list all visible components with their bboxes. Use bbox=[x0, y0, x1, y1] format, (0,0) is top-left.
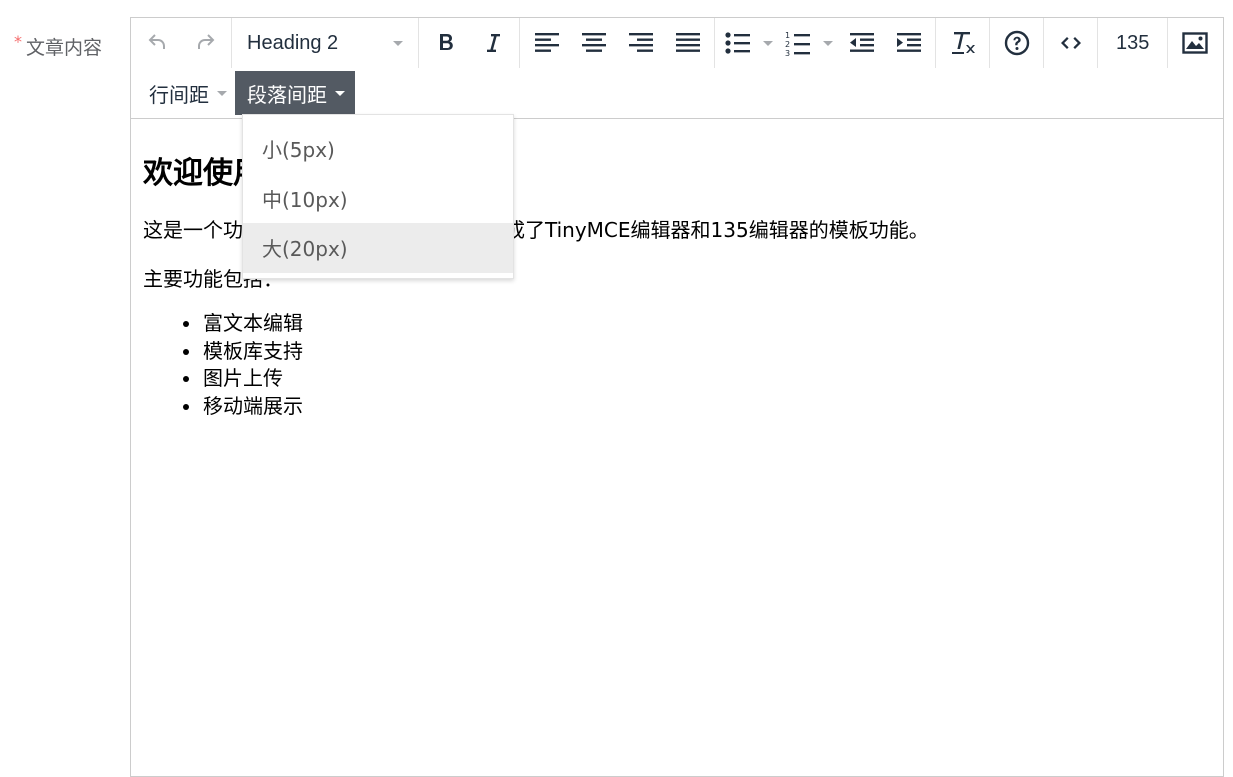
paragraph-spacing-dropdown: 小(5px) 中(10px) 大(20px) bbox=[242, 114, 514, 279]
help-icon bbox=[1004, 30, 1029, 56]
style-group bbox=[419, 18, 520, 68]
required-mark: * bbox=[14, 32, 22, 51]
template-135-button[interactable]: 135 bbox=[1101, 23, 1164, 63]
numbered-list-split: 123 bbox=[778, 23, 838, 63]
help-button[interactable] bbox=[993, 23, 1040, 63]
spacing-option-small[interactable]: 小(5px) bbox=[243, 124, 513, 174]
chevron-down-icon bbox=[823, 40, 833, 46]
editor-toolbar: Heading 2 1 2 3 135 行间距 段落间距 bbox=[131, 18, 1223, 119]
align-group bbox=[520, 18, 715, 68]
italic-button[interactable] bbox=[469, 23, 516, 63]
code-icon bbox=[1060, 37, 1081, 49]
bullet-list-button[interactable] bbox=[718, 23, 758, 63]
paragraph-spacing-label: 段落间距 bbox=[247, 82, 327, 107]
align-center-button[interactable] bbox=[570, 23, 617, 63]
intro-end: 成了TinyMCE编辑器和135编辑器的模板功能。 bbox=[505, 218, 929, 242]
block-format-select[interactable]: Heading 2 bbox=[235, 23, 415, 63]
spacing-option-large[interactable]: 大(20px) bbox=[243, 223, 513, 273]
redo-icon bbox=[197, 34, 214, 49]
svg-text:2: 2 bbox=[785, 40, 790, 49]
form-label: * 文章内容 bbox=[14, 32, 103, 60]
list-item: 移动端展示 bbox=[183, 393, 303, 421]
line-height-menu[interactable]: 行间距 bbox=[135, 71, 235, 115]
align-center-icon bbox=[581, 33, 606, 52]
svg-text:3: 3 bbox=[785, 49, 790, 56]
align-justify-icon bbox=[675, 33, 700, 52]
align-left-icon bbox=[534, 33, 559, 52]
chevron-down-icon bbox=[393, 40, 403, 46]
italic-icon bbox=[486, 34, 500, 52]
code-group bbox=[1044, 18, 1098, 68]
align-justify-button[interactable] bbox=[664, 23, 711, 63]
image-icon bbox=[1182, 32, 1208, 54]
toolbar-row-1: Heading 2 1 2 3 135 bbox=[131, 18, 1221, 68]
numbered-list-dropdown[interactable] bbox=[818, 40, 838, 46]
remove-format-button[interactable] bbox=[939, 23, 986, 63]
template-group: 135 bbox=[1098, 18, 1169, 68]
align-left-button[interactable] bbox=[523, 23, 570, 63]
chevron-down-icon bbox=[763, 40, 773, 46]
numbered-list-icon: 123 bbox=[785, 31, 810, 56]
block-format-value: Heading 2 bbox=[247, 31, 339, 54]
line-height-label: 行间距 bbox=[149, 82, 209, 107]
align-right-icon bbox=[628, 33, 653, 52]
chevron-down-icon bbox=[335, 90, 345, 96]
field-label: 文章内容 bbox=[26, 37, 103, 59]
bullet-list-split bbox=[718, 23, 778, 63]
intro-start: 这是一个功 bbox=[143, 218, 243, 242]
format-group bbox=[936, 18, 990, 68]
chevron-down-icon bbox=[217, 90, 227, 96]
svg-text:1: 1 bbox=[785, 31, 790, 40]
code-button[interactable] bbox=[1047, 23, 1094, 63]
redo-button[interactable] bbox=[181, 23, 228, 63]
bold-icon bbox=[439, 34, 453, 50]
toolbar-row-2: 行间距 段落间距 bbox=[135, 71, 355, 115]
numbered-list-button[interactable]: 123 bbox=[778, 23, 818, 63]
outdent-button[interactable] bbox=[838, 23, 885, 63]
indent-icon bbox=[896, 33, 921, 52]
undo-icon bbox=[148, 34, 165, 49]
outdent-icon bbox=[849, 33, 874, 52]
undo-button[interactable] bbox=[134, 23, 181, 63]
list-item: 图片上传 bbox=[183, 365, 303, 393]
help-group bbox=[990, 18, 1044, 68]
indent-button[interactable] bbox=[885, 23, 932, 63]
list-item: 模板库支持 bbox=[183, 338, 303, 366]
image-group bbox=[1168, 18, 1221, 68]
block-format-group: Heading 2 bbox=[232, 18, 419, 68]
spacing-option-medium[interactable]: 中(10px) bbox=[243, 174, 513, 224]
bold-button[interactable] bbox=[422, 23, 469, 63]
feature-list: 富文本编辑 模板库支持 图片上传 移动端展示 bbox=[183, 310, 303, 421]
history-group bbox=[131, 18, 232, 68]
list-group: 123 bbox=[715, 18, 936, 68]
image-button[interactable] bbox=[1171, 23, 1218, 63]
bullet-list-icon bbox=[725, 32, 750, 54]
bullet-list-dropdown[interactable] bbox=[758, 40, 778, 46]
remove-format-icon bbox=[951, 32, 975, 54]
paragraph-spacing-menu[interactable]: 段落间距 bbox=[235, 71, 355, 115]
align-right-button[interactable] bbox=[617, 23, 664, 63]
list-item: 富文本编辑 bbox=[183, 310, 303, 338]
